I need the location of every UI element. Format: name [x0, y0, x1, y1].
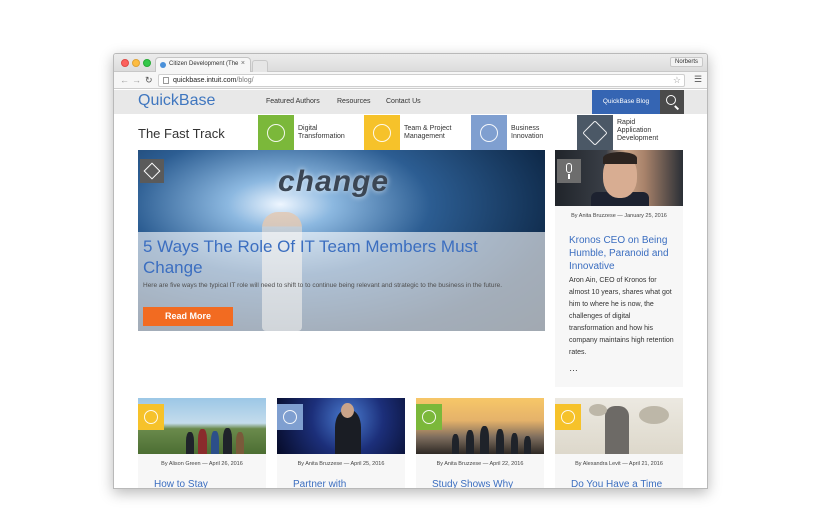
sidebar-post-byline: By Anita Bruzzese — January 25, 2016: [571, 213, 667, 219]
browser-tab[interactable]: Citizen Development (The ×: [155, 57, 251, 72]
favicon-icon: [160, 62, 166, 68]
cube-icon: [577, 115, 613, 151]
post-card-image: [277, 398, 405, 454]
post-card-title[interactable]: Study Shows Why: [432, 479, 513, 488]
category-label: Business Innovation: [511, 125, 544, 140]
sidebar-post-title[interactable]: Kronos CEO on Being Humble, Paranoid and…: [569, 234, 679, 273]
post-card[interactable]: By Anita Bruzzese — April 25, 2016 Partn…: [277, 398, 405, 488]
lightbulb-badge-icon: [277, 404, 303, 430]
microphone-icon: [566, 163, 572, 173]
web-page: QuickBase Featured Authors Resources Con…: [114, 90, 707, 488]
category-rapid-application-development[interactable]: Rapid Application Development: [577, 115, 687, 151]
rapid-app-dev-badge: [140, 159, 164, 183]
post-card[interactable]: By Alison Green — April 26, 2016 How to …: [138, 398, 266, 488]
cube-icon: [143, 162, 161, 180]
post-card-byline: By Anita Bruzzese — April 22, 2016: [436, 461, 524, 467]
site-header: QuickBase Featured Authors Resources Con…: [114, 90, 707, 114]
nav-featured-authors[interactable]: Featured Authors: [266, 98, 320, 105]
featured-post-title[interactable]: 5 Ways The Role Of IT Team Members Must …: [143, 236, 503, 278]
browser-toolbar: ← → ↻ quickbase.intuit.com/blog/ ☆ ☰: [114, 72, 707, 89]
reload-icon[interactable]: ↻: [145, 74, 153, 86]
post-card-image: [416, 398, 544, 454]
profile-button[interactable]: Norberts: [669, 57, 703, 67]
post-card-title[interactable]: Do You Have a Time: [571, 479, 662, 488]
post-card-byline: By Anita Bruzzese — April 25, 2016: [297, 461, 385, 467]
digital-transformation-badge-icon: [416, 404, 442, 430]
section-title: The Fast Track: [138, 126, 225, 141]
podcast-badge: [557, 159, 581, 183]
address-bar[interactable]: quickbase.intuit.com/blog/ ☆: [158, 74, 685, 87]
quickbase-blog-button[interactable]: QuickBase Blog: [592, 90, 660, 114]
nav-resources[interactable]: Resources: [337, 98, 370, 105]
new-tab-button[interactable]: [252, 60, 268, 72]
post-card[interactable]: By Alexandra Levit — April 21, 2016 Do Y…: [555, 398, 683, 488]
bookmark-star-icon[interactable]: ☆: [673, 75, 681, 86]
close-window-button[interactable]: [121, 59, 129, 67]
category-label: Digital Transformation: [298, 125, 345, 140]
url-path: /blog/: [236, 77, 254, 84]
browser-window: Citizen Development (The × Norberts ← → …: [113, 53, 708, 489]
post-card[interactable]: By Anita Bruzzese — April 22, 2016 Study…: [416, 398, 544, 488]
sidebar-post[interactable]: By Anita Bruzzese — January 25, 2016 Kro…: [555, 150, 683, 387]
post-card-byline: By Alison Green — April 26, 2016: [161, 461, 243, 467]
category-label: Rapid Application Development: [617, 119, 659, 142]
sidebar-post-excerpt: Aron Ain, CEO of Kronos for almost 10 ye…: [569, 277, 674, 356]
page-icon: [163, 77, 169, 84]
category-digital-transformation[interactable]: Digital Transformation: [258, 115, 358, 151]
search-icon: [666, 95, 676, 105]
featured-post[interactable]: change 5 Ways The Role Of IT Team Member…: [138, 150, 545, 331]
post-card-title[interactable]: How to Stay: [154, 479, 208, 488]
close-tab-icon[interactable]: ×: [241, 60, 245, 67]
digital-transformation-icon: [258, 115, 294, 151]
category-team-project-management[interactable]: Team & Project Management: [364, 115, 464, 151]
team-icon: [364, 115, 400, 151]
category-business-innovation[interactable]: Business Innovation: [471, 115, 571, 151]
browser-menu-icon[interactable]: ☰: [694, 74, 703, 85]
nav-contact-us[interactable]: Contact Us: [386, 98, 421, 105]
search-button[interactable]: [660, 90, 684, 114]
read-more-button[interactable]: Read More: [143, 307, 233, 326]
post-card-image: [138, 398, 266, 454]
hero-image-word: change: [278, 165, 390, 198]
sidebar-post-photo: [555, 150, 683, 206]
post-card-byline: By Alexandra Levit — April 21, 2016: [575, 461, 663, 467]
back-arrow-icon[interactable]: ←: [120, 74, 129, 86]
sidebar-post-more[interactable]: …: [569, 363, 578, 373]
title-bar: Citizen Development (The × Norberts: [114, 54, 707, 72]
url-host: quickbase.intuit.com: [173, 77, 237, 84]
team-badge-icon: [555, 404, 581, 430]
minimize-window-button[interactable]: [132, 59, 140, 67]
post-card-title[interactable]: Partner with: [293, 479, 346, 488]
lightbulb-icon: [471, 115, 507, 151]
zoom-window-button[interactable]: [143, 59, 151, 67]
forward-arrow-icon[interactable]: →: [132, 74, 141, 86]
category-label: Team & Project Management: [404, 125, 452, 140]
post-card-image: [555, 398, 683, 454]
featured-post-excerpt: Here are five ways the typical IT role w…: [143, 282, 503, 289]
quickbase-logo[interactable]: QuickBase: [138, 92, 215, 110]
tab-title: Citizen Development (The: [169, 61, 239, 67]
team-badge-icon: [138, 404, 164, 430]
